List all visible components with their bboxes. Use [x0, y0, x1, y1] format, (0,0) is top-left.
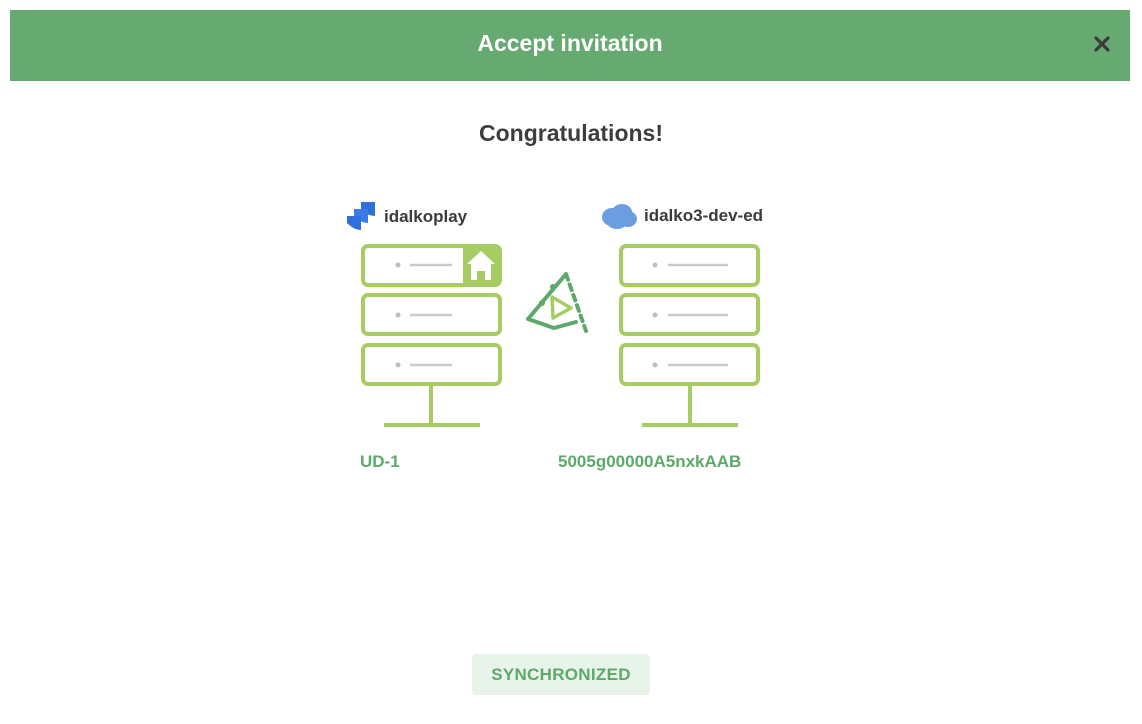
- status-badge: SYNCHRONIZED: [472, 654, 650, 695]
- exalate-triangle-icon: [526, 272, 588, 333]
- accept-invitation-dialog: Accept invitation Congratulations! idalk…: [0, 0, 1142, 724]
- right-record-id[interactable]: 5005g00000A5nxkAAB: [558, 452, 741, 472]
- right-server-icon: [619, 244, 760, 427]
- home-icon: [463, 246, 500, 285]
- left-issue-key[interactable]: UD-1: [360, 452, 400, 472]
- sync-diagram: [361, 244, 760, 427]
